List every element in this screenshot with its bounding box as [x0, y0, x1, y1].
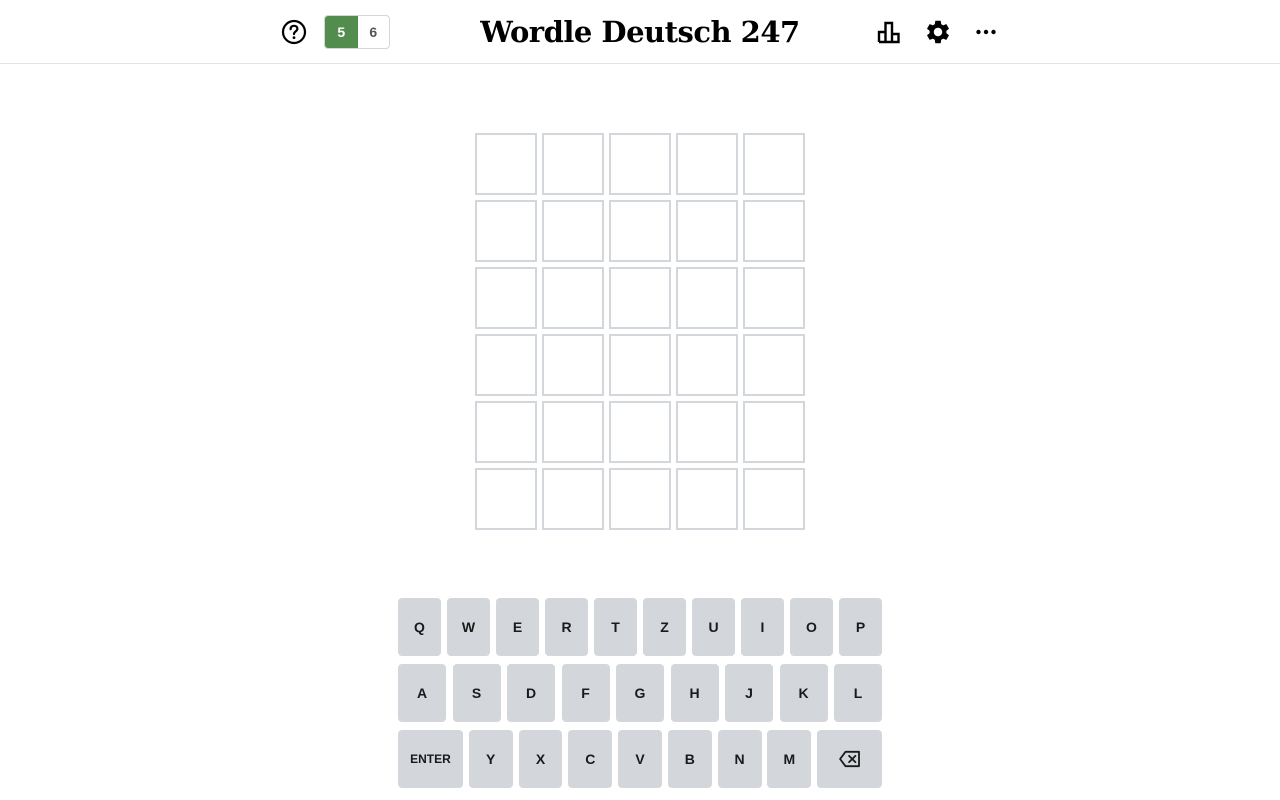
tile [743, 200, 805, 262]
tile [609, 334, 671, 396]
tile [676, 401, 738, 463]
more-button[interactable] [970, 16, 1002, 48]
tile [475, 267, 537, 329]
tile [743, 133, 805, 195]
key-n[interactable]: N [717, 730, 762, 788]
tile [676, 334, 738, 396]
tile [743, 334, 805, 396]
bar-chart-icon [877, 21, 900, 44]
key-v[interactable]: V [618, 730, 662, 788]
key-a[interactable]: A [398, 664, 446, 722]
tile [542, 334, 604, 396]
keyboard-row-3: ENTER Y X C V B N M [398, 730, 883, 788]
game-board [475, 133, 805, 530]
keyboard-row-2: A S D F G H J K L [398, 664, 882, 722]
key-d[interactable]: D [507, 664, 555, 722]
tile [475, 133, 537, 195]
statistics-button[interactable] [874, 16, 906, 48]
key-f[interactable]: F [561, 664, 610, 722]
settings-button[interactable] [922, 16, 954, 48]
more-dots-icon [976, 29, 996, 35]
tile [676, 267, 738, 329]
key-z[interactable]: Z [643, 598, 686, 656]
key-g[interactable]: G [616, 664, 664, 722]
tile [676, 200, 738, 262]
backspace-key[interactable] [817, 730, 883, 788]
tile [542, 401, 604, 463]
tile [542, 133, 604, 195]
key-t[interactable]: T [594, 598, 637, 656]
key-r[interactable]: R [545, 598, 588, 656]
key-y[interactable]: Y [468, 730, 513, 788]
tile [475, 200, 537, 262]
page-title: Wordle Deutsch 247 [480, 15, 800, 49]
key-c[interactable]: C [568, 730, 613, 788]
tile [609, 468, 671, 530]
key-h[interactable]: H [670, 664, 719, 722]
tile [542, 468, 604, 530]
key-x[interactable]: X [518, 730, 563, 788]
keyboard-row-1: Q W E R T Z U I O P [398, 598, 882, 656]
key-p[interactable]: P [839, 598, 882, 656]
tile [542, 200, 604, 262]
tile [609, 133, 671, 195]
tile [609, 267, 671, 329]
key-q[interactable]: Q [398, 598, 441, 656]
key-s[interactable]: S [452, 664, 501, 722]
tile [542, 267, 604, 329]
key-b[interactable]: B [667, 730, 712, 788]
tile [743, 468, 805, 530]
tile [676, 133, 738, 195]
tile [475, 334, 537, 396]
tile [676, 468, 738, 530]
key-o[interactable]: O [790, 598, 833, 656]
key-e[interactable]: E [496, 598, 539, 656]
key-l[interactable]: L [834, 664, 882, 722]
tile [743, 267, 805, 329]
key-w[interactable]: W [447, 598, 490, 656]
key-m[interactable]: M [767, 730, 812, 788]
tile [475, 468, 537, 530]
tile [609, 401, 671, 463]
backspace-icon [838, 750, 860, 768]
key-k[interactable]: K [779, 664, 828, 722]
key-u[interactable]: U [692, 598, 735, 656]
on-screen-keyboard: Q W E R T Z U I O P A S D F G H J K L EN… [398, 598, 883, 796]
gear-icon [927, 20, 949, 44]
key-j[interactable]: J [725, 664, 773, 722]
tile [743, 401, 805, 463]
tile [609, 200, 671, 262]
key-i[interactable]: I [741, 598, 784, 656]
app-header: 5 6 Wordle Deutsch 247 [0, 0, 1280, 64]
tile [475, 401, 537, 463]
enter-key[interactable]: ENTER [398, 730, 463, 788]
